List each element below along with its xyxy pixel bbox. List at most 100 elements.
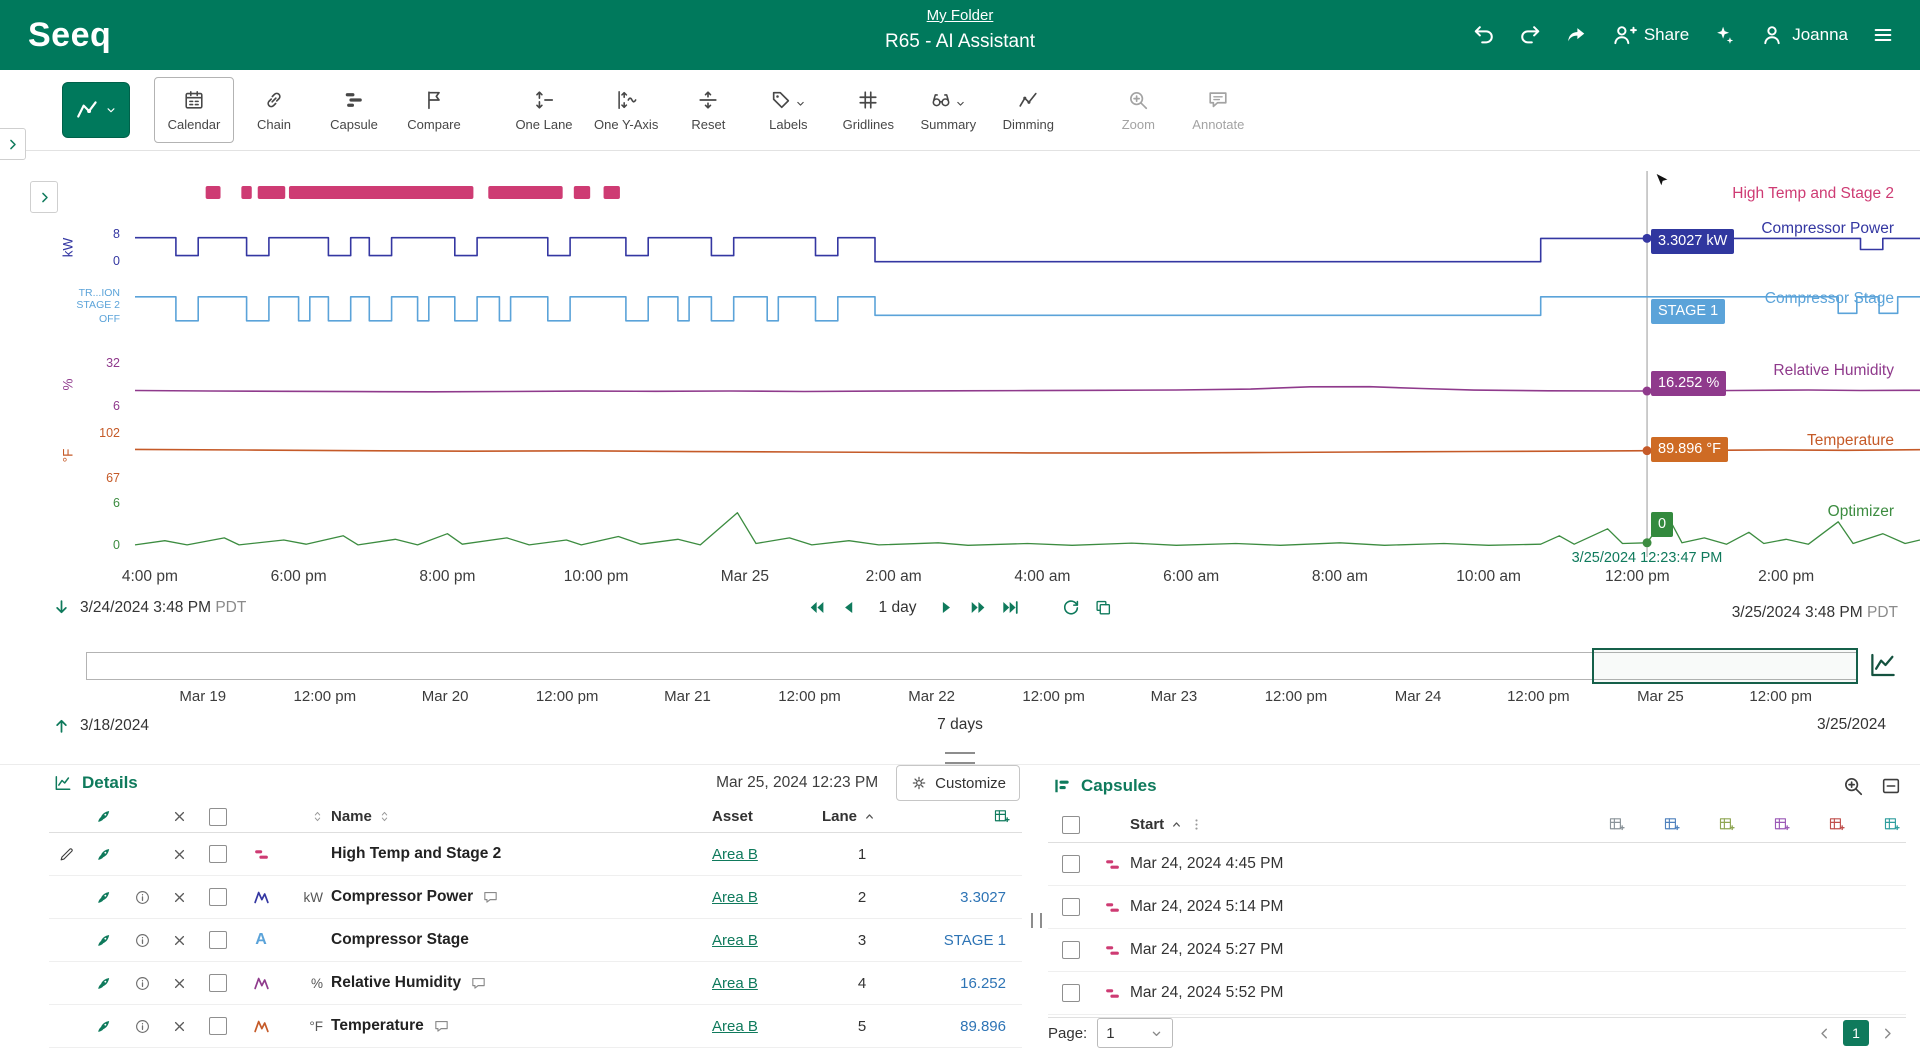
add-column-red-icon[interactable]	[1828, 816, 1845, 833]
asset-link[interactable]: Area B	[712, 975, 758, 992]
toolbar-button-dimming[interactable]: Dimming	[988, 77, 1068, 143]
capsule-row[interactable]: Mar 24, 2024 5:52 PM	[1048, 972, 1906, 1015]
select-all-checkbox[interactable]	[209, 808, 227, 826]
column-header-asset[interactable]: Asset	[712, 808, 753, 825]
details-row-relative-humidity[interactable]: %Relative HumidityArea B416.252	[49, 962, 1022, 1005]
vertical-splitter[interactable]	[1022, 765, 1048, 1048]
add-column-purple-icon[interactable]	[1773, 816, 1790, 833]
capsule-bar[interactable]	[488, 186, 562, 199]
toolbar-button-gridlines[interactable]: Gridlines	[828, 77, 908, 143]
step-back-icon[interactable]	[840, 598, 859, 617]
overview-timeline[interactable]	[86, 652, 1857, 680]
zoom-in-icon[interactable]	[1842, 775, 1864, 797]
add-column-olive-icon[interactable]	[1718, 816, 1735, 833]
details-row-high-temp-and-stage-2[interactable]: High Temp and Stage 2Area B1	[49, 833, 1022, 876]
refresh-icon[interactable]	[1061, 598, 1080, 617]
expand-left-panel-button[interactable]	[0, 128, 26, 160]
copy-range-icon[interactable]	[1093, 598, 1112, 617]
hamburger-menu-icon[interactable]	[1872, 24, 1894, 46]
row-checkbox[interactable]	[209, 931, 227, 949]
rocket-icon[interactable]	[95, 932, 112, 949]
arrow-down-icon[interactable]	[52, 598, 71, 617]
range-duration[interactable]: 1 day	[879, 599, 917, 617]
breadcrumb[interactable]: My Folder	[927, 7, 994, 24]
share-button[interactable]: Share	[1611, 22, 1689, 48]
row-checkbox[interactable]	[209, 845, 227, 863]
details-row-compressor-power[interactable]: kWCompressor PowerArea B23.3027	[49, 876, 1022, 919]
info-icon[interactable]	[134, 975, 151, 992]
close-icon[interactable]	[171, 932, 188, 949]
toolbar-button-capsule[interactable]: Capsule	[314, 77, 394, 143]
row-checkbox[interactable]	[209, 1017, 227, 1035]
capsule-row[interactable]: Mar 24, 2024 5:14 PM	[1048, 886, 1906, 929]
view-mode-button[interactable]	[62, 82, 130, 138]
toolbar-button-reset[interactable]: Reset	[668, 77, 748, 143]
capsule-bar[interactable]	[604, 186, 620, 199]
info-icon[interactable]	[134, 932, 151, 949]
step-forward-icon[interactable]	[936, 598, 955, 617]
capsule-bar[interactable]	[241, 186, 251, 199]
seeq-logo[interactable]: Seeq	[28, 16, 111, 55]
sparkle-icon[interactable]	[1713, 24, 1735, 46]
kebab-icon[interactable]	[1189, 817, 1204, 832]
rocket-icon[interactable]	[95, 846, 112, 863]
comment-icon[interactable]	[482, 889, 499, 906]
select-all-capsules-checkbox[interactable]	[1062, 816, 1080, 834]
capsule-bar[interactable]	[258, 186, 286, 199]
user-menu[interactable]: Joanna	[1759, 22, 1848, 48]
asset-link[interactable]: Area B	[712, 932, 758, 949]
customize-button[interactable]: Customize	[896, 765, 1020, 801]
toolbar-button-summary[interactable]: Summary	[908, 77, 988, 143]
sort-icon[interactable]	[310, 809, 325, 824]
capsule-bar[interactable]	[206, 186, 221, 199]
rocket-icon[interactable]	[95, 975, 112, 992]
details-row-temperature[interactable]: °FTemperatureArea B589.896	[49, 1005, 1022, 1048]
toolbar-button-zoom[interactable]: Zoom	[1098, 77, 1178, 143]
close-icon[interactable]	[171, 889, 188, 906]
asset-link[interactable]: Area B	[712, 1018, 758, 1035]
capsule-bar[interactable]	[289, 186, 473, 199]
pager-next-icon[interactable]	[1879, 1025, 1896, 1042]
overview-selection[interactable]	[1592, 648, 1858, 684]
rocket-icon[interactable]	[95, 1018, 112, 1035]
column-header-lane[interactable]: Lane	[822, 808, 877, 825]
capsule-bar[interactable]	[574, 186, 590, 199]
row-checkbox[interactable]	[209, 974, 227, 992]
horizontal-splitter[interactable]	[945, 752, 975, 764]
skip-back-icon[interactable]	[808, 598, 827, 617]
page-size-select[interactable]: 1	[1097, 1018, 1173, 1048]
toolbar-button-calendar[interactable]: Calendar	[154, 77, 234, 143]
close-icon[interactable]	[171, 846, 188, 863]
skip-forward-icon[interactable]	[968, 598, 987, 617]
overview-chart-icon[interactable]	[1868, 650, 1898, 680]
comment-icon[interactable]	[433, 1018, 450, 1035]
rocket-icon[interactable]	[95, 889, 112, 906]
collapse-panel-icon[interactable]	[1880, 775, 1902, 797]
capsule-checkbox[interactable]	[1062, 941, 1080, 959]
rocket-icon[interactable]	[95, 808, 112, 825]
undo-icon[interactable]	[1473, 24, 1495, 46]
column-header-name[interactable]: Name	[331, 808, 392, 825]
toolbar-button-one-lane[interactable]: One Lane	[504, 77, 584, 143]
redo-icon[interactable]	[1519, 24, 1541, 46]
page-active-button[interactable]: 1	[1843, 1020, 1869, 1046]
close-icon[interactable]	[171, 1018, 188, 1035]
asset-link[interactable]: Area B	[712, 889, 758, 906]
capsule-checkbox[interactable]	[1062, 984, 1080, 1002]
add-column-teal-icon[interactable]	[1883, 816, 1900, 833]
trend-chart-svg[interactable]	[0, 150, 1920, 612]
toolbar-button-chain[interactable]: Chain	[234, 77, 314, 143]
row-checkbox[interactable]	[209, 888, 227, 906]
remove-all-icon[interactable]	[171, 808, 188, 825]
expand-lane-panel-button[interactable]	[30, 181, 58, 213]
capsule-row[interactable]: Mar 24, 2024 4:45 PM	[1048, 843, 1906, 886]
capsule-row[interactable]: Mar 24, 2024 5:27 PM	[1048, 929, 1906, 972]
asset-link[interactable]: Area B	[712, 846, 758, 863]
capsule-checkbox[interactable]	[1062, 855, 1080, 873]
comment-icon[interactable]	[470, 975, 487, 992]
toolbar-button-one-y-axis[interactable]: One Y-Axis	[584, 77, 668, 143]
details-row-compressor-stage[interactable]: ACompressor StageArea B3STAGE 1	[49, 919, 1022, 962]
column-header-start[interactable]: Start	[1130, 816, 1204, 833]
add-column-blue-icon[interactable]	[1663, 816, 1680, 833]
toolbar-button-compare[interactable]: Compare	[394, 77, 474, 143]
